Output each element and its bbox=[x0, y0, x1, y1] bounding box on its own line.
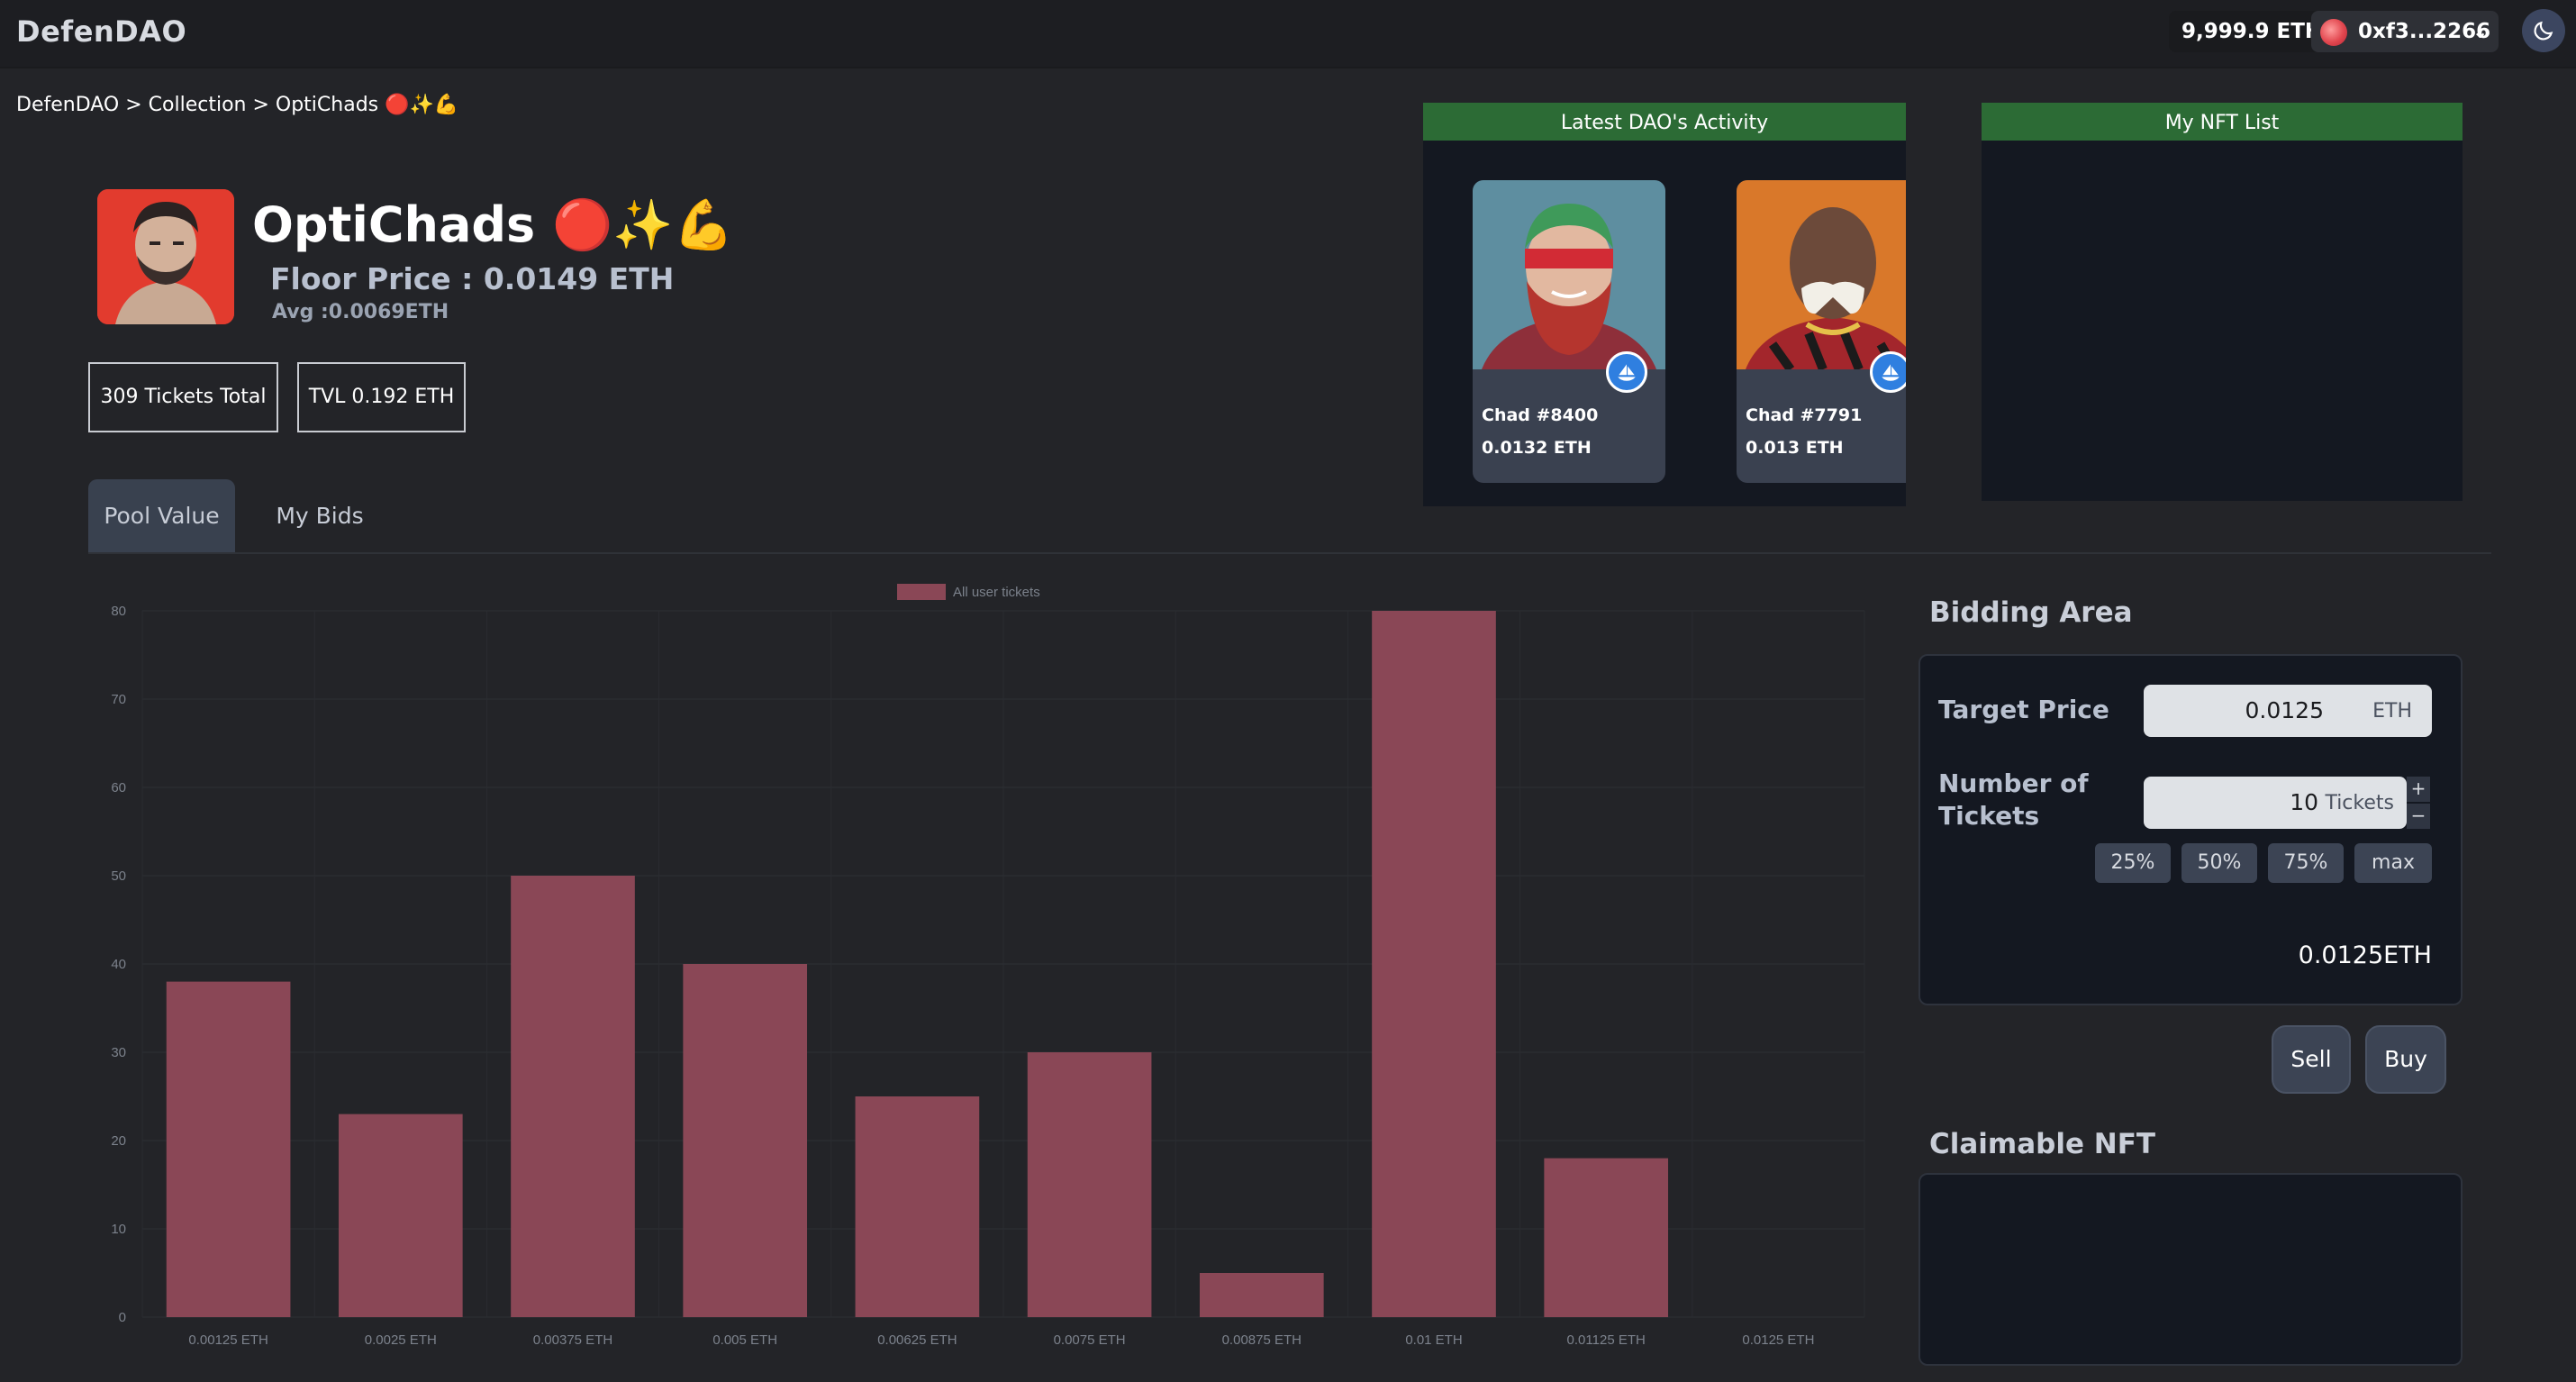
y-tick-label: 30 bbox=[111, 1045, 126, 1060]
claimable-nft-title: Claimable NFT bbox=[1929, 1128, 2156, 1160]
bidding-area-title: Bidding Area bbox=[1929, 596, 2133, 629]
pool-value-chart: 0 10 20 30 40 50 60 70 80 0.00125 ETH 0.0025 ETH 0.… bbox=[88, 577, 1881, 1360]
brand-logo[interactable]: DefenDAO bbox=[16, 14, 186, 49]
nft-price: 0.013 ETH bbox=[1746, 438, 1844, 458]
bar bbox=[1027, 1052, 1152, 1317]
bar bbox=[1199, 1273, 1324, 1317]
bar bbox=[338, 1114, 463, 1317]
tickets-label-line2: Tickets bbox=[1938, 801, 2040, 831]
bid-total-value: 0.0125ETH bbox=[2298, 941, 2432, 969]
nft-price: 0.0132 ETH bbox=[1482, 438, 1592, 458]
nft-image bbox=[1737, 180, 1906, 393]
collection-avatar bbox=[97, 189, 234, 324]
tickets-decrement-button[interactable]: − bbox=[2407, 804, 2430, 829]
percent-25-button[interactable]: 25% bbox=[2095, 843, 2171, 883]
floor-price: Floor Price : 0.0149 ETH bbox=[270, 261, 675, 296]
x-tick-label: 0.00375 ETH bbox=[533, 1332, 612, 1348]
x-tick-label: 0.0025 ETH bbox=[365, 1332, 437, 1348]
tickets-unit: Tickets bbox=[2325, 792, 2394, 814]
x-tick-label: 0.00625 ETH bbox=[877, 1332, 957, 1348]
collection-name: OptiChads 🔴✨💪 bbox=[252, 196, 734, 253]
tvl-badge: TVL 0.192 ETH bbox=[297, 362, 466, 432]
account-button[interactable]: 0xf3...2266 ⌄ bbox=[2311, 11, 2499, 52]
legend-swatch bbox=[897, 584, 946, 600]
percent-75-button[interactable]: 75% bbox=[2268, 843, 2344, 883]
y-tick-label: 10 bbox=[111, 1222, 126, 1237]
buy-button[interactable]: Buy bbox=[2365, 1025, 2446, 1094]
tab-divider bbox=[88, 552, 2491, 554]
eth-balance: 9,999.9 ETH bbox=[2169, 11, 2336, 52]
y-tick-label: 0 bbox=[119, 1310, 126, 1325]
bar bbox=[855, 1096, 980, 1317]
activity-card-2[interactable]: Chad #7791 0.013 ETH bbox=[1737, 180, 1906, 483]
y-tick-label: 50 bbox=[111, 868, 126, 884]
sell-button[interactable]: Sell bbox=[2272, 1025, 2351, 1094]
target-price-value: 0.0125 bbox=[2245, 697, 2324, 723]
my-nft-list-panel: My NFT List bbox=[1982, 103, 2463, 501]
tab-pool-value[interactable]: Pool Value bbox=[88, 479, 235, 553]
bar bbox=[1544, 1158, 1669, 1317]
account-address: 0xf3...2266 bbox=[2358, 20, 2491, 43]
target-price-unit: ETH bbox=[2372, 700, 2412, 723]
target-price-input[interactable]: 0.0125 ETH bbox=[2144, 685, 2432, 737]
theme-toggle-button[interactable] bbox=[2522, 9, 2565, 52]
average-price: Avg :0.0069ETH bbox=[272, 301, 449, 323]
percent-50-button[interactable]: 50% bbox=[2181, 843, 2257, 883]
x-tick-label: 0.005 ETH bbox=[712, 1332, 777, 1348]
opensea-icon[interactable] bbox=[1870, 351, 1906, 393]
x-tick-label: 0.00875 ETH bbox=[1222, 1332, 1302, 1348]
tickets-input[interactable]: 10 Tickets bbox=[2144, 777, 2407, 829]
percent-max-button[interactable]: max bbox=[2354, 843, 2432, 883]
my-nft-list-title: My NFT List bbox=[1982, 103, 2463, 141]
dao-activity-title: Latest DAO's Activity bbox=[1423, 103, 1906, 141]
bar bbox=[1372, 611, 1496, 1317]
breadcrumb[interactable]: DefenDAO > Collection > OptiChads 🔴✨💪 bbox=[16, 94, 458, 116]
nft-image bbox=[1473, 180, 1665, 393]
tickets-label-line1: Number of bbox=[1938, 768, 2089, 798]
bar bbox=[166, 981, 291, 1317]
chevron-down-icon: ⌄ bbox=[2472, 21, 2488, 42]
tickets-total-badge: 309 Tickets Total bbox=[88, 362, 278, 432]
x-tick-label: 0.00125 ETH bbox=[188, 1332, 268, 1348]
y-tick-label: 80 bbox=[111, 604, 126, 619]
legend-label: All user tickets bbox=[953, 585, 1040, 600]
account-avatar bbox=[2320, 19, 2347, 46]
nft-name: Chad #7791 bbox=[1746, 405, 1863, 425]
tickets-value: 10 bbox=[2290, 789, 2318, 815]
moon-icon bbox=[2534, 21, 2553, 41]
target-price-label: Target Price bbox=[1938, 695, 2109, 724]
dao-activity-panel: Latest DAO's Activity Chad #8400 0.0132 … bbox=[1423, 103, 1906, 506]
x-tick-label: 0.01125 ETH bbox=[1567, 1332, 1646, 1348]
bar-chart-svg: 0 10 20 30 40 50 60 70 80 0.00125 ETH 0.0025 ETH 0.… bbox=[111, 584, 1865, 1348]
top-navbar: DefenDAO 9,999.9 ETH 0xf3...2266 ⌄ bbox=[0, 0, 2576, 68]
y-tick-label: 60 bbox=[111, 780, 126, 796]
y-tick-label: 20 bbox=[111, 1133, 126, 1149]
claimable-nft-panel bbox=[1918, 1173, 2463, 1366]
bar bbox=[683, 964, 808, 1317]
tickets-increment-button[interactable]: + bbox=[2407, 777, 2430, 802]
bar bbox=[511, 876, 635, 1317]
activity-card-1[interactable]: Chad #8400 0.0132 ETH bbox=[1473, 180, 1665, 483]
x-tick-label: 0.0075 ETH bbox=[1054, 1332, 1126, 1348]
opensea-icon[interactable] bbox=[1606, 351, 1647, 393]
y-tick-label: 70 bbox=[111, 692, 126, 707]
x-tick-label: 0.01 ETH bbox=[1405, 1332, 1462, 1348]
tab-my-bids[interactable]: My Bids bbox=[252, 479, 387, 553]
y-tick-label: 40 bbox=[111, 957, 126, 972]
x-tick-label: 0.0125 ETH bbox=[1742, 1332, 1814, 1348]
nft-name: Chad #8400 bbox=[1482, 405, 1599, 425]
